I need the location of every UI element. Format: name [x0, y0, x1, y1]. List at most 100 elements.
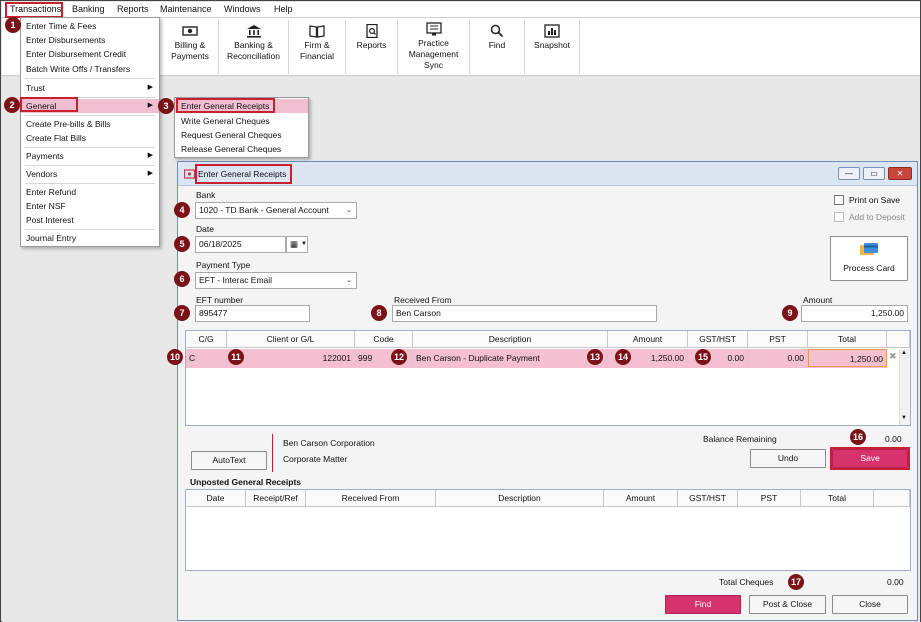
- client-name: Ben Carson Corporation: [283, 438, 375, 448]
- col-header: Total: [808, 331, 887, 348]
- col-header: Receipt/Ref: [246, 490, 306, 507]
- step-badge: 13: [587, 349, 603, 365]
- add-to-deposit-checkbox[interactable]: [834, 212, 844, 222]
- unposted-grid: Date Receipt/Ref Received From Descripti…: [185, 489, 911, 571]
- col-header: Date: [186, 490, 246, 507]
- menu-separator: [25, 183, 155, 184]
- col-header: PST: [748, 331, 808, 348]
- cell-cg[interactable]: C: [186, 349, 227, 367]
- menu-separator: [25, 115, 155, 116]
- menu-item-create-flat-bills[interactable]: Create Flat Bills: [21, 131, 159, 145]
- col-header-blank: [874, 490, 910, 507]
- toolbar-reports-button[interactable]: Reports: [346, 20, 398, 74]
- eft-number-field[interactable]: 895477: [195, 305, 310, 322]
- process-card-button[interactable]: Process Card: [830, 236, 908, 281]
- post-close-button[interactable]: Post & Close: [749, 595, 826, 614]
- toolbar-snapshot-button[interactable]: Snapshot: [525, 20, 580, 74]
- scroll-down-icon[interactable]: ▼: [901, 415, 907, 421]
- step-badge: 12: [391, 349, 407, 365]
- entry-grid: C/G Client or G/L Code Description Amoun…: [185, 330, 911, 426]
- calendar-icon: ▦: [290, 239, 299, 249]
- payment-type-select[interactable]: EFT - Interac Email ⌄: [195, 272, 357, 289]
- eft-number-value: 895477: [199, 308, 228, 318]
- step-badge: 3: [158, 98, 174, 114]
- menu-item-post-interest[interactable]: Post Interest: [21, 213, 159, 227]
- cash-icon: [182, 26, 198, 36]
- toolbar-firm-button[interactable]: Firm & Financial: [289, 20, 346, 74]
- menu-item-enter-refund[interactable]: Enter Refund: [21, 185, 159, 199]
- highlight-enter-general-receipts: [176, 98, 275, 113]
- balance-remaining-value: 0.00: [885, 434, 902, 444]
- chevron-down-icon: ⌄: [346, 277, 352, 284]
- credit-card-icon: [860, 243, 878, 255]
- menu-maintenance[interactable]: Maintenance: [160, 4, 212, 14]
- amount-field[interactable]: 1,250.00: [801, 305, 908, 322]
- menu-item-payments[interactable]: Payments ▶: [21, 149, 159, 163]
- print-on-save-checkbox[interactable]: [834, 195, 844, 205]
- find-button[interactable]: Find: [665, 595, 741, 614]
- menu-item-enter-time-fees[interactable]: Enter Time & Fees: [21, 19, 159, 33]
- process-card-label: Process Card: [843, 263, 895, 273]
- cell-pst[interactable]: 0.00: [748, 349, 808, 367]
- toolbar-billing-label: Billing & Payments: [171, 40, 209, 61]
- bank-icon: [246, 25, 261, 38]
- step-badge: 11: [228, 349, 244, 365]
- print-on-save-label: Print on Save: [849, 195, 901, 205]
- undo-button[interactable]: Undo: [750, 449, 826, 468]
- date-picker-button[interactable]: ▦ ▼: [286, 236, 308, 253]
- menu-banking[interactable]: Banking: [72, 4, 105, 14]
- chevron-right-icon: ▶: [147, 102, 153, 109]
- menu-item-enter-disbursement-credit[interactable]: Enter Disbursement Credit: [21, 47, 159, 61]
- scroll-up-icon[interactable]: ▲: [901, 350, 907, 356]
- cell-client[interactable]: 122001: [227, 349, 355, 367]
- grid-scrollbar[interactable]: ▲ ▼: [899, 349, 910, 425]
- amount-value: 1,250.00: [870, 308, 904, 318]
- menu-item-journal-entry[interactable]: Journal Entry: [21, 231, 159, 245]
- menu-item-trust-label: Trust: [26, 83, 46, 93]
- delete-row-icon[interactable]: ✖: [889, 351, 897, 362]
- maximize-icon: ▭: [870, 169, 878, 178]
- payment-type-value: EFT - Interac Email: [199, 275, 273, 285]
- step-badge: 6: [174, 271, 190, 287]
- toolbar-pms-label: Practice Management Sync: [408, 38, 459, 70]
- col-header: PST: [738, 490, 801, 507]
- menu-windows[interactable]: Windows: [224, 4, 261, 14]
- menu-reports[interactable]: Reports: [117, 4, 149, 14]
- menu-item-vendors-label: Vendors: [26, 169, 58, 179]
- submenu-item-request-general-cheques[interactable]: Request General Cheques: [175, 128, 308, 142]
- received-from-field[interactable]: Ben Carson: [392, 305, 657, 322]
- menu-separator: [25, 147, 155, 148]
- toolbar-billing-button[interactable]: Billing & Payments: [162, 20, 219, 74]
- received-from-value: Ben Carson: [396, 308, 441, 318]
- minimize-button[interactable]: —: [838, 167, 860, 180]
- date-field[interactable]: 06/18/2025: [195, 236, 286, 253]
- maximize-button[interactable]: ▭: [863, 167, 885, 180]
- menu-item-batch-write-offs[interactable]: Batch Write Offs / Transfers: [21, 62, 159, 76]
- col-header: Amount: [604, 490, 678, 507]
- cell-description[interactable]: Ben Carson - Duplicate Payment: [413, 349, 608, 367]
- menu-help[interactable]: Help: [274, 4, 293, 14]
- menu-item-enter-nsf[interactable]: Enter NSF: [21, 199, 159, 213]
- table-row[interactable]: C 122001 999 Ben Carson - Duplicate Paym…: [186, 349, 887, 368]
- bank-label: Bank: [196, 190, 216, 200]
- menu-item-enter-disbursements[interactable]: Enter Disbursements: [21, 33, 159, 47]
- menu-item-create-prebills[interactable]: Create Pre-bills & Bills: [21, 117, 159, 131]
- autotext-button[interactable]: AutoText: [191, 451, 267, 470]
- eft-number-label: EFT number: [196, 295, 244, 305]
- toolbar-pms-button[interactable]: Practice Management Sync: [398, 20, 470, 74]
- submenu-item-write-general-cheques[interactable]: Write General Cheques: [175, 114, 308, 128]
- toolbar-find-button[interactable]: Find: [470, 20, 525, 74]
- step-badge: 15: [695, 349, 711, 365]
- bank-select[interactable]: 1020 - TD Bank - General Account ⌄: [195, 202, 357, 219]
- menu-item-vendors[interactable]: Vendors ▶: [21, 167, 159, 181]
- toolbar-banking-button[interactable]: Banking & Reconciliation: [219, 20, 289, 74]
- submenu-item-release-general-cheques[interactable]: Release General Cheques: [175, 142, 308, 156]
- menu-item-trust[interactable]: Trust ▶: [21, 81, 159, 95]
- sync-ledger-icon: [425, 22, 442, 36]
- chevron-right-icon: ▶: [147, 152, 153, 159]
- cell-total[interactable]: 1,250.00: [808, 349, 887, 367]
- col-header: C/G: [186, 331, 227, 348]
- close-window-button[interactable]: ✕: [888, 167, 912, 180]
- close-button[interactable]: Close: [832, 595, 908, 614]
- report-search-icon: [365, 24, 378, 38]
